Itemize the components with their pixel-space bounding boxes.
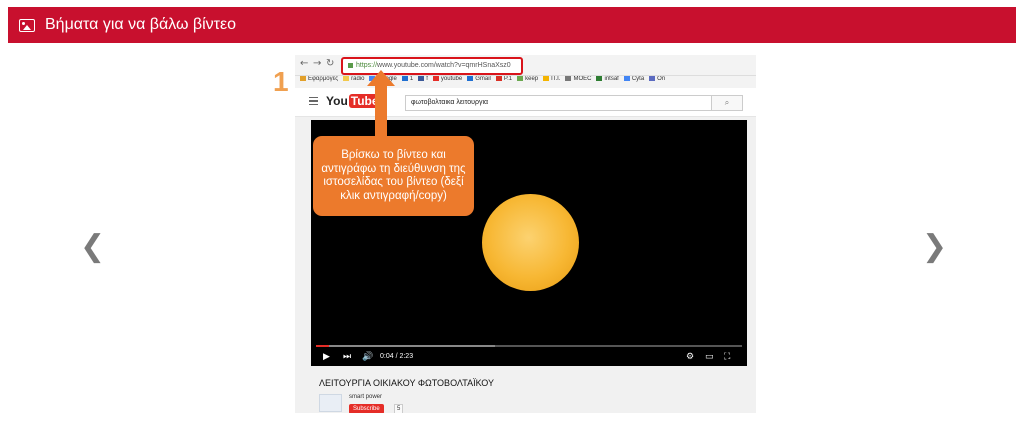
video-title: ΛΕΙΤΟΥΡΓΙΑ ΟΙΚΙΑΚΟΥ ΦΩΤΟΒΟΛΤΑΪΚΟΥ [319, 378, 495, 388]
slide-image: ← → ↻ https://www.youtube.com/watch?v=qm… [295, 55, 756, 413]
bookmark-item: f [418, 76, 428, 82]
chevron-left-icon[interactable]: ❮ [80, 232, 105, 262]
bookmark-icon [649, 76, 656, 81]
bookmarks-bar: Εφαρμογές radio Google 1 f youtube Gmail P.1 kee… [295, 76, 756, 88]
bookmark-label: MOEC [573, 76, 592, 83]
volume-icon: 🔊 [362, 352, 374, 362]
bookmark-item: 1 [401, 76, 414, 83]
bookmark-label: Gmail [475, 76, 491, 83]
search-icon: ⌕ [711, 95, 743, 111]
url-scheme: https:// [356, 62, 378, 69]
bookmark-icon [495, 76, 502, 81]
theater-icon: ▭ [705, 352, 714, 362]
bookmark-label: P.1 [503, 76, 513, 83]
step-number: 1 [273, 66, 289, 97]
bookmark-icon [596, 76, 603, 81]
bookmark-label: radio [351, 76, 365, 83]
page-title: Βήματα για να βάλω βίντεο [45, 16, 237, 33]
forward-icon: → [313, 58, 322, 69]
bookmark-icon [543, 76, 550, 81]
bookmark-icon [565, 76, 572, 81]
header-bar: Βήματα για να βάλω βίντεο [8, 7, 1016, 43]
channel-avatar [319, 394, 342, 412]
back-icon: ← [300, 58, 309, 69]
sun-image [482, 194, 579, 291]
bookmark-item: Cyta [623, 76, 645, 83]
settings-icon: ⚙ [686, 352, 695, 362]
url-host: www.youtube.com [377, 62, 434, 69]
menu-icon [309, 97, 318, 105]
bookmark-icon [517, 76, 524, 81]
bookmark-label: On [657, 76, 666, 83]
bookmark-icon [623, 76, 630, 81]
bookmark-icon [300, 76, 306, 81]
instruction-callout: Βρίσκω το βίντεο και αντιγράφω τη διεύθυ… [313, 136, 474, 216]
bookmark-icon [418, 76, 425, 81]
bookmark-item: keep [517, 76, 538, 82]
subscriber-count: 5 [394, 404, 404, 413]
bookmark-label: keep [525, 76, 539, 83]
bookmark-label: Εφαρμογές [308, 76, 339, 83]
bookmark-label: intsaf [604, 76, 619, 83]
annotation-arrow-shaft [375, 84, 387, 138]
bookmark-label: 1 [409, 76, 414, 83]
image-icon [19, 18, 35, 32]
buffered-bar [316, 345, 495, 347]
bookmark-label: f [426, 76, 428, 83]
bookmark-item: youtube [432, 76, 463, 83]
progress-bar [316, 345, 742, 347]
bookmark-item: Gmail [467, 76, 491, 82]
time-readout: 0:04 / 2:23 [380, 353, 414, 360]
bookmark-item: On [649, 76, 665, 82]
browser-toolbar: ← → ↻ https://www.youtube.com/watch?v=qm… [295, 55, 756, 76]
bookmark-item: MOEC [565, 76, 591, 82]
fullscreen-icon: ⛶ [724, 352, 731, 362]
bookmark-item: Εφαρμογές [300, 76, 338, 82]
bookmark-icon [343, 76, 350, 81]
bookmark-icon [467, 76, 474, 81]
bookmark-label: Π.Ι. [551, 76, 561, 83]
bookmark-label: Cyta [631, 76, 645, 83]
reload-icon: ↻ [326, 58, 335, 69]
channel-name: smart power [349, 394, 383, 400]
played-bar [316, 345, 329, 347]
lock-icon [348, 62, 353, 68]
bookmark-icon [432, 76, 439, 81]
next-icon: ⏭ [343, 352, 352, 362]
youtube-logo: You Tube [326, 94, 381, 108]
youtube-search-input: φωτοβολταικα λειτουργια [405, 95, 722, 111]
player-controls: ▶ ⏭ 🔊 0:04 / 2:23 ⚙ ▭ ⛶ [311, 349, 747, 366]
play-icon: ▶ [323, 352, 330, 362]
bookmark-item: Π.Ι. [543, 76, 560, 82]
bookmark-item: intsaf [596, 76, 619, 83]
bookmark-item: radio [343, 76, 364, 82]
chevron-right-icon[interactable]: ❯ [922, 232, 947, 262]
youtube-header: You Tube φωτοβολταικα λειτουργια ⌕ [295, 88, 756, 117]
bookmark-item: P.1 [495, 76, 513, 83]
subscribe-button: Subscribe [349, 404, 384, 413]
bookmark-label: youtube [440, 76, 463, 83]
url-path: /watch?v=qmrHSnaXsz0 [433, 62, 511, 69]
bookmark-icon [401, 76, 408, 81]
